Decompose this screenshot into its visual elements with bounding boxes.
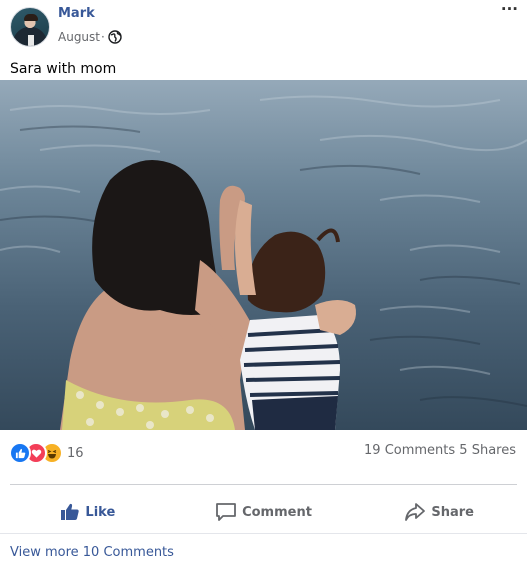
comment-label: Comment	[242, 504, 312, 520]
like-button[interactable]: Like	[0, 494, 176, 530]
engagement-summary: 16 19 Comments 5 Shares	[0, 438, 527, 464]
comments-count-link[interactable]: 19 Comments	[364, 443, 455, 458]
author-avatar[interactable]	[10, 7, 50, 47]
reaction-count: 16	[67, 445, 84, 461]
author-name[interactable]: Mark	[58, 6, 95, 21]
thumbs-up-icon	[61, 503, 80, 520]
globe-icon[interactable]	[108, 30, 122, 44]
share-label: Share	[431, 504, 474, 520]
meta-separator: ·	[101, 30, 105, 44]
share-icon	[405, 503, 426, 521]
feed-post: Mark August · ··· Sara with mom 16 19 Co…	[0, 0, 527, 563]
actions-divider	[10, 484, 517, 485]
share-button[interactable]: Share	[351, 494, 527, 530]
like-reaction-icon	[9, 442, 31, 464]
photo-illustration	[0, 80, 527, 430]
post-header: Mark August · ···	[0, 0, 527, 56]
shares-count-link[interactable]: 5 Shares	[459, 443, 516, 458]
avatar-shirt	[28, 35, 34, 46]
view-more-comments-link[interactable]: View more 10 Comments	[10, 545, 174, 560]
post-actions: Like Comment Share	[0, 494, 527, 530]
more-options-button[interactable]: ···	[501, 0, 518, 18]
comment-button[interactable]: Comment	[176, 494, 352, 530]
post-photo[interactable]	[0, 80, 527, 430]
avatar-hair	[24, 14, 38, 21]
comment-share-counts: 19 Comments 5 Shares	[364, 443, 516, 458]
post-caption: Sara with mom	[10, 61, 117, 77]
like-label: Like	[85, 504, 116, 520]
post-meta: August ·	[58, 30, 122, 44]
footer-divider	[0, 533, 527, 534]
comment-icon	[216, 503, 236, 521]
post-timestamp[interactable]: August	[58, 30, 100, 44]
reactions-summary[interactable]: 16	[9, 442, 84, 464]
